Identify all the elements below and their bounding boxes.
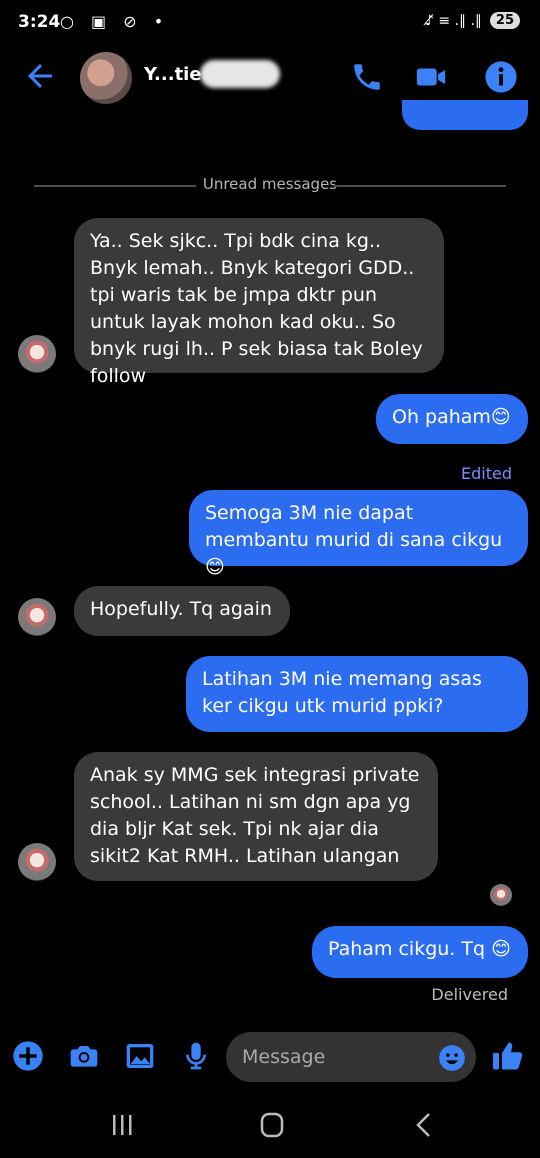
status-bar: 3:24 ○ ▣ ⊘ • ♪̸ ≡ .∥ .∥ 25 xyxy=(0,0,540,46)
sender-avatar[interactable] xyxy=(18,843,56,881)
name-redaction xyxy=(200,60,280,88)
edited-label: Edited xyxy=(461,464,512,483)
status-time: 3:24 xyxy=(18,12,61,32)
recent-apps-icon[interactable] xyxy=(102,1110,142,1140)
info-icon[interactable] xyxy=(484,60,518,94)
video-call-icon[interactable] xyxy=(414,60,448,94)
message-bubble-outgoing[interactable]: Paham cikgu. Tq 😊 xyxy=(312,926,528,978)
message-bubble-incoming[interactable]: Ya.. Sek sjkc.. Tpi bdk cina kg.. Bnyk l… xyxy=(74,218,444,387)
sender-avatar[interactable] xyxy=(18,335,56,373)
microphone-icon[interactable] xyxy=(180,1040,212,1072)
camera-icon[interactable] xyxy=(68,1040,100,1072)
thumbs-up-icon[interactable] xyxy=(490,1038,526,1074)
contact-avatar[interactable] xyxy=(80,52,132,104)
message-bubble-outgoing[interactable]: Semoga 3M nie dapat membantu murid di sa… xyxy=(189,490,528,578)
unread-divider: Unread messages xyxy=(34,175,506,195)
home-icon[interactable] xyxy=(252,1110,292,1140)
status-right-icons: ♪̸ ≡ .∥ .∥ 25 xyxy=(425,12,520,29)
back-arrow-icon[interactable] xyxy=(22,58,58,94)
plus-icon[interactable] xyxy=(12,1040,44,1072)
message-bubble-outgoing[interactable]: Oh paham😊 xyxy=(376,394,528,444)
system-nav-bar xyxy=(0,1100,540,1158)
previous-outgoing-bubble xyxy=(402,100,528,130)
divider-label: Unread messages xyxy=(202,175,338,193)
message-bubble-outgoing[interactable]: Latihan 3M nie memang asas ker cikgu utk… xyxy=(186,656,528,732)
status-notification-icons: ○ ▣ ⊘ • xyxy=(60,12,170,31)
battery-icon: 25 xyxy=(489,12,520,29)
seen-receipt-avatar xyxy=(490,884,512,906)
back-nav-icon[interactable] xyxy=(404,1110,444,1140)
divider-line-right xyxy=(334,185,506,187)
phone-call-icon[interactable] xyxy=(350,60,384,94)
sender-avatar[interactable] xyxy=(18,598,56,636)
delivered-status: Delivered xyxy=(431,985,508,1004)
gallery-icon[interactable] xyxy=(124,1040,156,1072)
emoji-icon[interactable] xyxy=(438,1044,466,1072)
message-bubble-incoming[interactable]: Hopefully. Tq again xyxy=(74,586,290,636)
signal-icons: ♪̸ ≡ .∥ .∥ xyxy=(424,12,482,29)
message-bubble-incoming[interactable]: Anak sy MMG sek integrasi private school… xyxy=(74,752,438,881)
composer-bar xyxy=(0,1030,540,1086)
